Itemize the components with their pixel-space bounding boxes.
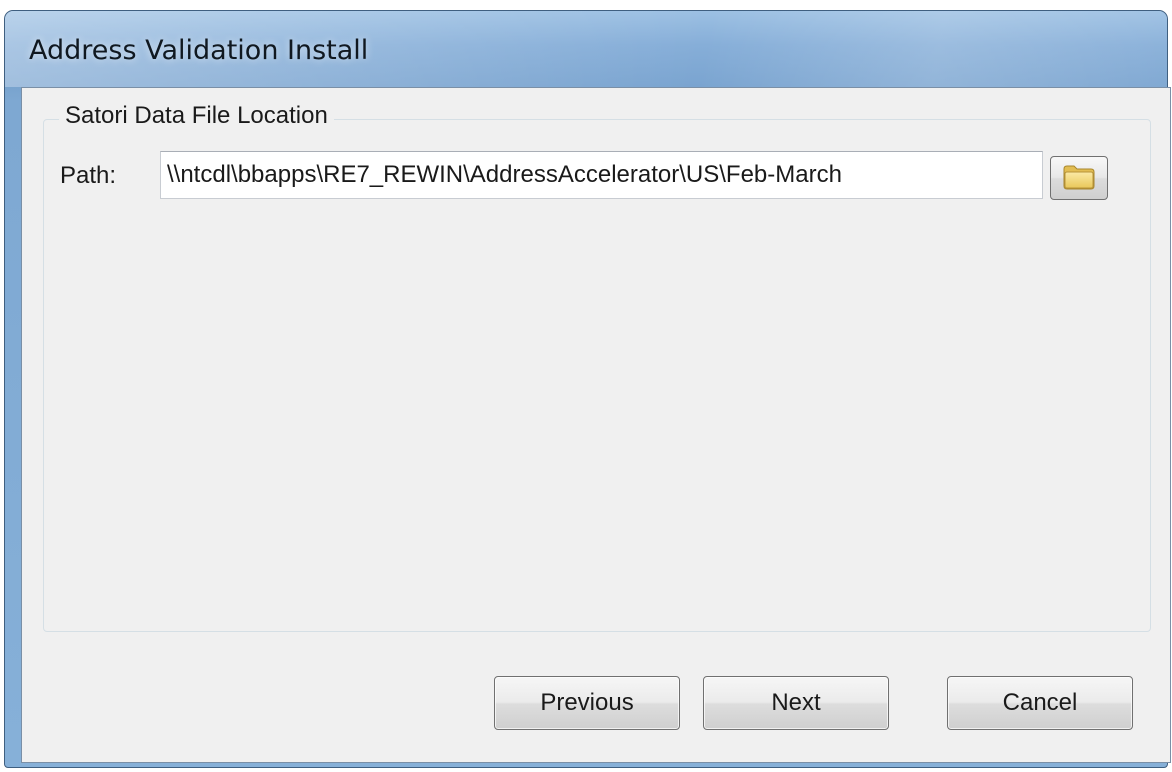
group-legend: Satori Data File Location [59,102,334,130]
window-title: Address Validation Install [29,35,369,66]
next-button[interactable]: Next [703,676,889,730]
dialog-content: Satori Data File Location Path: Previous [21,87,1171,763]
path-input[interactable] [160,151,1043,199]
browse-button[interactable] [1050,156,1108,200]
path-label: Path: [60,162,117,189]
installer-window: Address Validation Install Satori Data F… [4,10,1171,768]
cancel-button[interactable]: Cancel [947,676,1133,730]
title-bar[interactable]: Address Validation Install [5,11,1167,87]
folder-icon [1062,163,1096,194]
previous-button[interactable]: Previous [494,676,680,730]
